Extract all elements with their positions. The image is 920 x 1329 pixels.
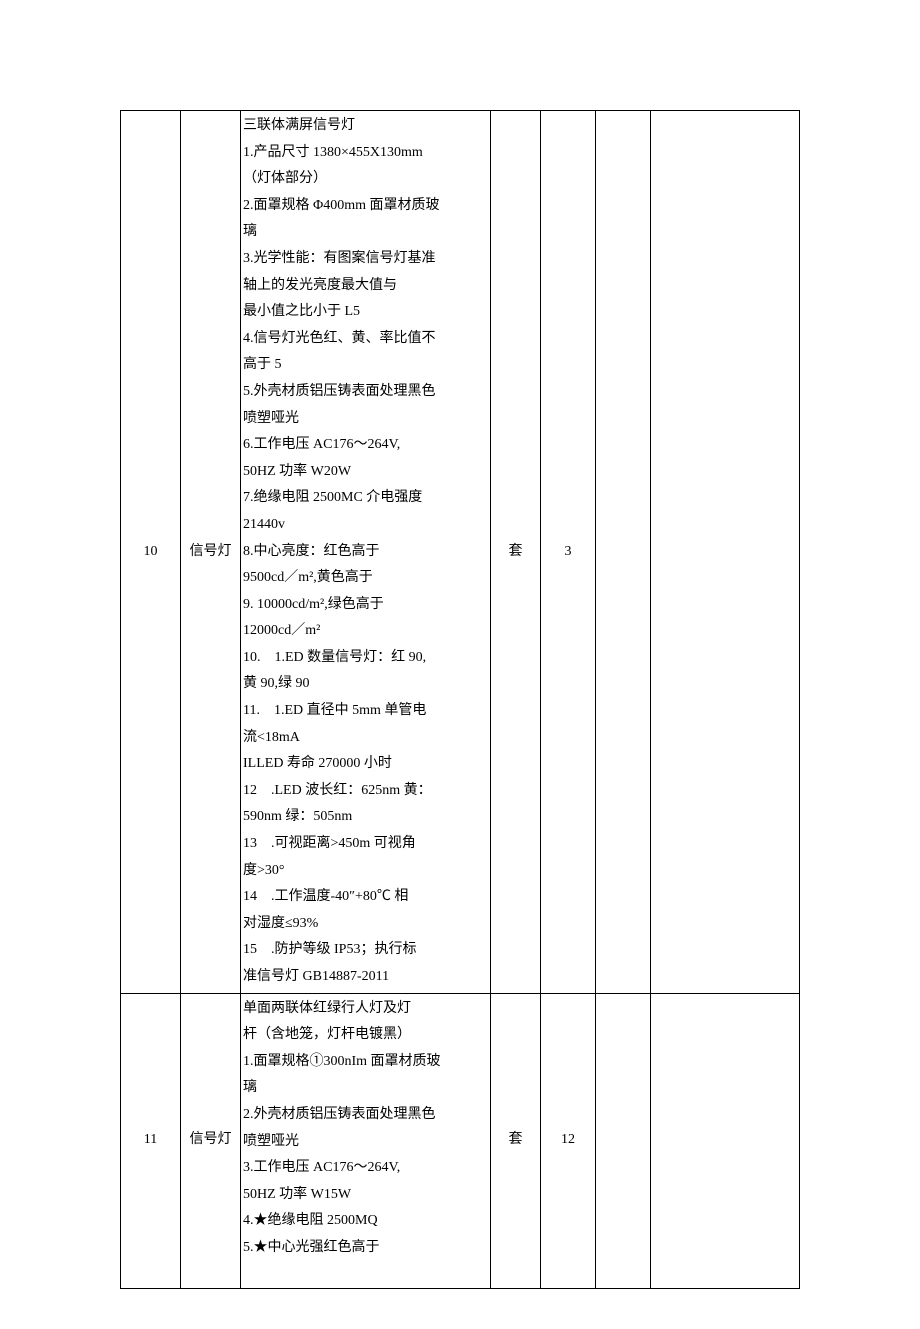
spec-line: 15 .防护等级 IP53；执行标 (243, 937, 486, 964)
cell-qty: 3 (541, 111, 596, 994)
spec-line: 11. 1.ED 直径中 5mm 单管电 (243, 698, 486, 725)
spec-line: 黄 90,绿 90 (243, 671, 486, 698)
spec-line: 2.面罩规格 Φ400mm 面罩材质玻 (243, 193, 486, 220)
table-row: 10 信号灯 三联体满屏信号灯1.产品尺寸 1380×455X130mm（灯体部… (121, 111, 800, 994)
spec-line: 准信号灯 GB14887-2011 (243, 964, 486, 991)
spec-line: 3.光学性能：有图案信号灯基准 (243, 246, 486, 273)
cell-spec: 三联体满屏信号灯1.产品尺寸 1380×455X130mm（灯体部分）2.面罩规… (241, 111, 491, 994)
cell-unit: 套 (491, 993, 541, 1288)
spec-line: 14 .工作温度-40″+80℃ 相 (243, 884, 486, 911)
cell-blank (596, 993, 651, 1288)
spec-line: 4.★绝缘电阻 2500MQ (243, 1208, 486, 1235)
cell-index: 11 (121, 993, 181, 1288)
spec-line: 璃 (243, 219, 486, 246)
spec-line: 对湿度≤93% (243, 911, 486, 938)
cell-blank (596, 111, 651, 994)
spec-line: 9500cd／m²,黄色高于 (243, 565, 486, 592)
cell-blank (651, 993, 800, 1288)
spec-line: 8.中心亮度：红色高于 (243, 539, 486, 566)
spec-line: 流<18mA (243, 725, 486, 752)
spec-line: 7.绝缘电阻 2500MC 介电强度 (243, 485, 486, 512)
cell-index: 10 (121, 111, 181, 994)
spec-line: 高于 5 (243, 352, 486, 379)
cell-spec: 单面两联体红绿行人灯及灯杆（含地笼，灯杆电镀黑）1.面罩规格①300nIm 面罩… (241, 993, 491, 1288)
spec-line: 轴上的发光亮度最大值与 (243, 273, 486, 300)
spec-table: 10 信号灯 三联体满屏信号灯1.产品尺寸 1380×455X130mm（灯体部… (120, 110, 800, 1289)
spec-line: 喷塑哑光 (243, 1129, 486, 1156)
spec-line: 6.工作电压 AC176～264V, (243, 432, 486, 459)
spec-line: 4.信号灯光色红、黄、率比值不 (243, 326, 486, 353)
cell-name: 信号灯 (181, 993, 241, 1288)
spec-line: 1.产品尺寸 1380×455X130mm (243, 140, 486, 167)
spec-line: 杆（含地笼，灯杆电镀黑） (243, 1022, 486, 1049)
spec-line: 单面两联体红绿行人灯及灯 (243, 996, 486, 1023)
table-row: 11 信号灯 单面两联体红绿行人灯及灯杆（含地笼，灯杆电镀黑）1.面罩规格①30… (121, 993, 800, 1288)
spec-line: 度>30° (243, 858, 486, 885)
spec-line: 最小值之比小于 L5 (243, 299, 486, 326)
spec-line: 12 .LED 波长红：625nm 黄： (243, 778, 486, 805)
spec-line: 50HZ 功率 W20W (243, 459, 486, 486)
spec-line: ILLED 寿命 270000 小时 (243, 751, 486, 778)
spec-line: 21440v (243, 512, 486, 539)
spec-line: 2.外壳材质铝压铸表面处理黑色 (243, 1102, 486, 1129)
spec-line: 5.★中心光强红色高于 (243, 1235, 486, 1262)
spec-line: 50HZ 功率 W15W (243, 1182, 486, 1209)
spec-line: 璃 (243, 1075, 486, 1102)
spec-line: 12000cd／m² (243, 618, 486, 645)
spec-line: 10. 1.ED 数量信号灯：红 90, (243, 645, 486, 672)
spec-line: 3.工作电压 AC176～264V, (243, 1155, 486, 1182)
cell-unit: 套 (491, 111, 541, 994)
cell-qty: 12 (541, 993, 596, 1288)
spec-line: 1.面罩规格①300nIm 面罩材质玻 (243, 1049, 486, 1076)
spec-line: 喷塑哑光 (243, 406, 486, 433)
cell-blank (651, 111, 800, 994)
spec-line: （灯体部分） (243, 166, 486, 193)
spec-line: 13 .可视距离>450m 可视角 (243, 831, 486, 858)
spec-line: 9. 10000cd/m²,绿色高于 (243, 592, 486, 619)
spec-line: 三联体满屏信号灯 (243, 113, 486, 140)
spec-line: 590nm 绿：505nm (243, 804, 486, 831)
cell-name: 信号灯 (181, 111, 241, 994)
spec-line: 5.外壳材质铝压铸表面处理黑色 (243, 379, 486, 406)
